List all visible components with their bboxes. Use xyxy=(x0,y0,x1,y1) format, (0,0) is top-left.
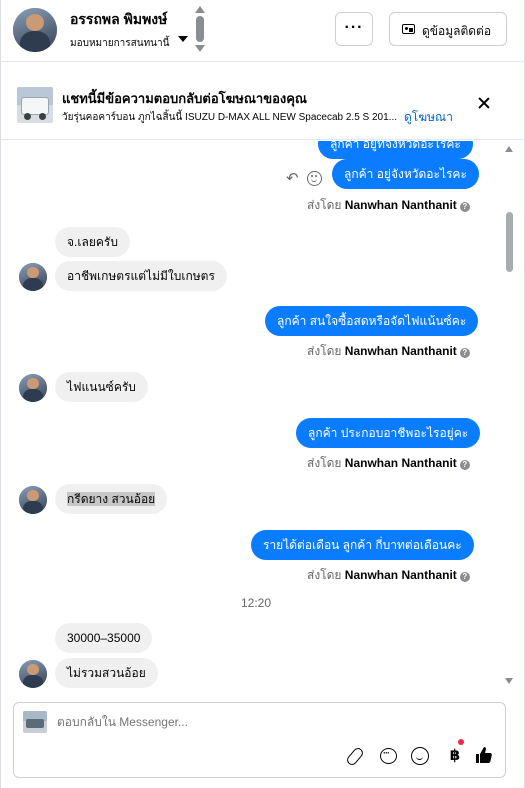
message-timestamp: 12:20 xyxy=(240,596,272,610)
conversation-header: อรรถพล พิมพงษ์ มอบหมายการสนทนานี้ ··· ดู… xyxy=(0,0,525,62)
attachment-icon[interactable] xyxy=(344,745,366,767)
reply-input[interactable] xyxy=(57,715,457,729)
message-composer: ฿ xyxy=(13,702,506,778)
message-outgoing[interactable]: ลูกค้า ประกอบอาชีพอะไรอยู่คะ xyxy=(296,418,481,448)
info-icon[interactable]: ? xyxy=(459,572,470,582)
emoji-icon[interactable] xyxy=(409,745,431,767)
react-icon[interactable] xyxy=(307,171,322,186)
scroll-up-icon[interactable] xyxy=(505,146,513,152)
message-outgoing[interactable]: รายได้ต่อเดือน ลูกค้า กี่บาทต่อเดือนคะ xyxy=(251,530,474,560)
header-scroll-stepper[interactable] xyxy=(194,6,206,52)
contact-card-icon xyxy=(402,24,415,34)
scroll-down-icon[interactable] xyxy=(505,678,513,684)
contact-avatar[interactable] xyxy=(19,263,47,291)
view-contact-info-label: ดูข้อมูลติดต่อ xyxy=(422,24,492,38)
contact-name[interactable]: อรรถพล พิมพงษ์ xyxy=(70,9,167,31)
contact-avatar[interactable] xyxy=(19,374,47,402)
view-ad-link[interactable]: ดูโฆษณา xyxy=(404,108,453,127)
sent-by-label: ส่งโดย Nanwhan Nanthanit? xyxy=(307,342,470,361)
ad-thumbnail xyxy=(23,711,47,733)
chevron-up-icon[interactable] xyxy=(195,6,205,13)
reply-icon[interactable]: ↶ xyxy=(286,169,299,187)
info-icon[interactable]: ? xyxy=(459,202,470,212)
message-incoming[interactable]: จ.เลยครับ xyxy=(55,227,130,257)
message-outgoing[interactable]: ลูกค้า อยู่ที่จังหวัดอะไรคะ xyxy=(318,141,473,159)
contact-avatar[interactable] xyxy=(13,8,57,52)
ad-reply-banner: แชทนี้มีข้อความตอบกลับต่อโฆษณาของคุณ วัย… xyxy=(0,70,525,140)
ad-banner-title: แชทนี้มีข้อความตอบกลับต่อโฆษณาของคุณ xyxy=(62,91,307,106)
chevron-down-icon[interactable] xyxy=(178,36,188,42)
message-incoming[interactable]: 30000–35000 xyxy=(55,623,153,653)
message-thread[interactable]: ลูกค้า อยู่ที่จังหวัดอะไรคะ ↶ ลูกค้า อยู… xyxy=(0,141,525,690)
payment-icon[interactable]: ฿ xyxy=(444,745,466,767)
stepper-thumb[interactable] xyxy=(196,16,204,42)
chevron-down-icon[interactable] xyxy=(195,45,205,52)
info-icon[interactable]: ? xyxy=(459,348,470,358)
contact-avatar[interactable] xyxy=(19,660,47,688)
notification-dot xyxy=(458,739,464,745)
message-incoming[interactable]: ไม่รวมสวนอ้อย xyxy=(55,658,158,688)
sent-by-label: ส่งโดย Nanwhan Nanthanit? xyxy=(307,454,470,473)
ad-banner-subtitle: วัยรุ่นคอคาร์บอน ภูกไฉสิ้นนี้ ISUZU D-MA… xyxy=(62,112,397,123)
assign-conversation-label[interactable]: มอบหมายการสนทนานี้ xyxy=(70,36,169,51)
message-incoming[interactable]: อาชีพเกษตรแต่ไม่มีใบเกษตร xyxy=(55,261,227,291)
close-icon[interactable] xyxy=(474,94,494,114)
message-outgoing[interactable]: ลูกค้า สนใจซื้อสดหรือจัดไฟแน้นซ์คะ xyxy=(265,306,479,336)
scrollbar-thumb[interactable] xyxy=(506,212,513,272)
message-incoming[interactable]: ไฟแนนซ์ครับ xyxy=(55,372,148,402)
info-icon[interactable]: ? xyxy=(459,460,470,470)
more-options-button[interactable]: ··· xyxy=(335,12,373,46)
thumbs-up-icon[interactable] xyxy=(474,745,496,767)
message-outgoing[interactable]: ลูกค้า อยู่จังหวัดอะไรคะ xyxy=(332,159,479,189)
selected-text[interactable]: กรีดยาง สวนอ้อย xyxy=(67,492,156,506)
ad-thumbnail xyxy=(17,87,53,123)
message-incoming[interactable]: กรีดยาง สวนอ้อย xyxy=(55,484,168,514)
saved-replies-icon[interactable] xyxy=(377,745,399,767)
sent-by-label: ส่งโดย Nanwhan Nanthanit? xyxy=(307,196,470,215)
contact-avatar[interactable] xyxy=(19,486,47,514)
view-contact-info-button[interactable]: ดูข้อมูลติดต่อ xyxy=(389,12,507,46)
sent-by-label: ส่งโดย Nanwhan Nanthanit? xyxy=(307,566,470,585)
